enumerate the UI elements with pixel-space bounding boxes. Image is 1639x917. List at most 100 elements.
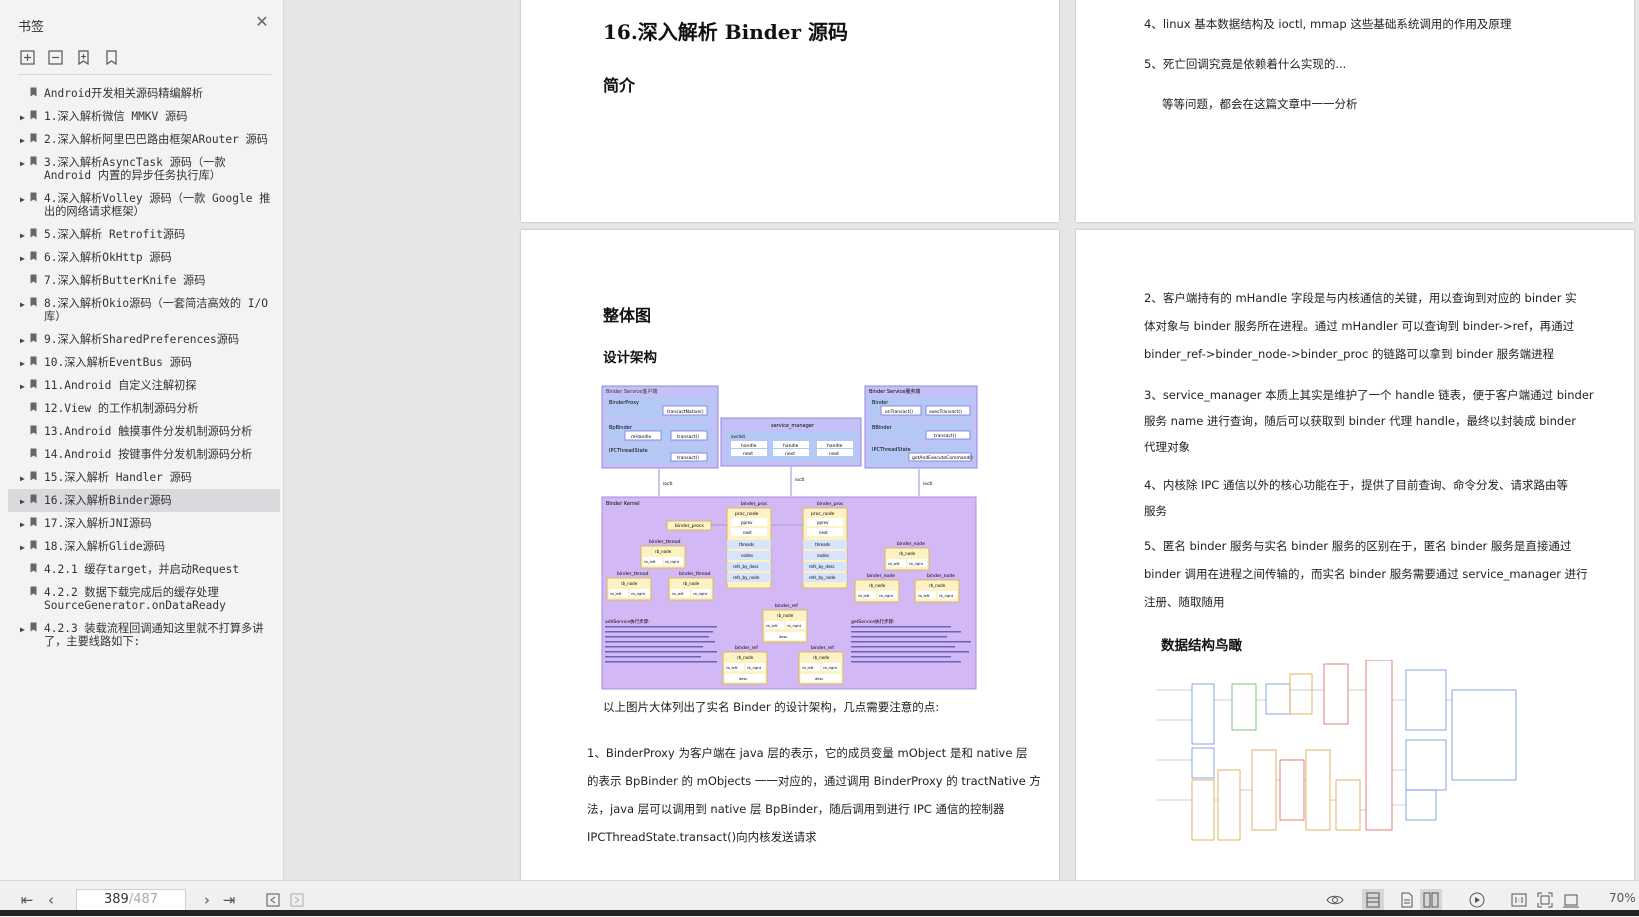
bookmark-item[interactable]: ▶ 17.深入解析JNI源码 xyxy=(8,512,280,535)
bookmark-flag-icon xyxy=(30,622,37,632)
expand-arrow-icon[interactable]: ▶ xyxy=(20,111,25,124)
svg-text:threads: threads xyxy=(815,542,830,547)
paragraph-4: 4、内核除 IPC 通信以外的核心功能在于，提供了目前查询、命令分发、请求路由等… xyxy=(1144,478,1568,518)
bookmark-list: Android开发相关源码精编解析 ▶ 1.深入解析微信 MMKV 源码 ▶ 2.深入解… xyxy=(8,82,280,653)
bookmark-flag-icon xyxy=(30,425,37,435)
subsection-heading: 设计架构 xyxy=(603,350,657,366)
bookmark-label: 18.深入解析Glide源码 xyxy=(44,540,166,553)
prev-page-icon[interactable]: ‹ xyxy=(42,891,60,909)
expand-all-icon[interactable] xyxy=(18,48,36,66)
bookmark-item[interactable]: ▶ 6.深入解析OkHttp 源码 xyxy=(8,246,280,269)
expand-arrow-icon[interactable]: ▶ xyxy=(20,518,25,531)
svg-text:rb_right: rb_right xyxy=(879,594,894,598)
bookmark-icon[interactable] xyxy=(102,48,120,66)
bookmark-item[interactable]: 13.Android 触摸事件分发机制源码分析 xyxy=(8,420,280,443)
svg-text:mHandle: mHandle xyxy=(631,434,651,440)
bookmark-label: 1.深入解析微信 MMKV 源码 xyxy=(44,110,188,123)
bookmark-item[interactable]: 4.2.1 缓存target，并启动Request xyxy=(8,558,280,581)
bookmark-item[interactable]: ▶ 2.深入解析阿里巴巴路由框架ARouter 源码 xyxy=(8,128,280,151)
two-page-view-icon[interactable] xyxy=(1420,889,1442,911)
expand-arrow-icon[interactable]: ▶ xyxy=(20,495,25,508)
expand-arrow-icon[interactable]: ▶ xyxy=(20,472,25,485)
svg-text:rb_left: rb_left xyxy=(672,592,684,596)
svg-text:transactNative(): transactNative() xyxy=(667,409,704,415)
last-page-icon[interactable]: ⇥ xyxy=(220,891,238,909)
add-bookmark-icon[interactable] xyxy=(74,48,92,66)
zoom-level[interactable]: 70% xyxy=(1609,891,1636,905)
svg-text:binder_thread: binder_thread xyxy=(649,539,681,545)
expand-arrow-icon[interactable]: ▶ xyxy=(20,298,25,311)
close-icon[interactable]: ✕ xyxy=(254,14,270,30)
expand-arrow-icon[interactable]: ▶ xyxy=(20,380,25,393)
fit-page-icon[interactable] xyxy=(1536,891,1554,909)
svg-text:execTransact(): execTransact() xyxy=(929,409,962,415)
svg-text:next: next xyxy=(785,451,795,457)
svg-text:next: next xyxy=(743,530,752,535)
bookmark-flag-icon xyxy=(30,379,37,389)
bookmark-item[interactable]: ▶ 3.深入解析AsyncTask 源码（一款 Android 内置的异步任务执行… xyxy=(8,151,280,187)
bookmark-item[interactable]: ▶ 8.深入解析Okio源码（一套简洁高效的 I/O 库） xyxy=(8,292,280,328)
expand-arrow-icon[interactable]: ▶ xyxy=(20,134,25,147)
bookmark-item[interactable]: ▶ 4.2.3 装载流程回调通知这里就不打算多讲了，主要线路如下: xyxy=(8,617,280,653)
collapse-all-icon[interactable] xyxy=(46,48,64,66)
expand-arrow-icon[interactable]: ▶ xyxy=(20,193,25,206)
svg-text:getService执行步骤:: getService执行步骤: xyxy=(851,618,895,625)
fit-width-icon[interactable] xyxy=(1562,891,1580,909)
svg-text:rb_node: rb_node xyxy=(683,581,700,586)
expand-arrow-icon[interactable]: ▶ xyxy=(20,623,25,636)
bookmark-item[interactable]: 14.Android 按键事件分发机制源码分析 xyxy=(8,443,280,466)
bookmark-flag-icon xyxy=(30,133,37,143)
binder-architecture-diagram: Binder Service客户端 BinderProxy transactNa… xyxy=(601,385,978,690)
expand-arrow-icon[interactable]: ▶ xyxy=(20,229,25,242)
play-icon[interactable] xyxy=(1468,891,1486,909)
bookmark-label: 4.2.1 缓存target，并启动Request xyxy=(44,563,240,576)
bookmark-item[interactable]: 7.深入解析ButterKnife 源码 xyxy=(8,269,280,292)
data-structure-overview-diagram xyxy=(1156,660,1517,841)
page-number-input[interactable]: 389/487 xyxy=(76,889,186,911)
svg-text:binder_proc: binder_proc xyxy=(741,501,768,507)
eye-protection-icon[interactable] xyxy=(1326,891,1344,909)
expand-arrow-icon[interactable]: ▶ xyxy=(20,357,25,370)
bookmark-item[interactable]: ▶ 5.深入解析 Retrofit源码 xyxy=(8,223,280,246)
single-page-view-icon[interactable] xyxy=(1362,889,1384,911)
svg-text:threads: threads xyxy=(739,542,754,547)
chapter-heading: 16.深入解析 Binder 源码 xyxy=(603,20,849,44)
svg-text:rb_node: rb_node xyxy=(929,583,946,588)
bookmark-flag-icon xyxy=(30,87,37,97)
bookmark-item[interactable]: ▶ 9.深入解析SharedPreferences源码 xyxy=(8,328,280,351)
svg-text:rb_left: rb_left xyxy=(888,562,900,566)
actual-size-icon[interactable] xyxy=(1510,891,1528,909)
bookmark-item[interactable]: ▶ 4.深入解析Volley 源码（一款 Google 推出的网络请求框架） xyxy=(8,187,280,223)
next-page-icon[interactable]: › xyxy=(198,891,216,909)
svg-text:ioctl: ioctl xyxy=(923,481,933,487)
svg-text:binder_node: binder_node xyxy=(867,573,895,579)
bookmark-flag-icon xyxy=(30,192,37,202)
bookmark-item[interactable]: ▶ 15.深入解析 Handler 源码 xyxy=(8,466,280,489)
expand-arrow-icon[interactable]: ▶ xyxy=(20,334,25,347)
back-icon[interactable] xyxy=(264,891,282,909)
bookmark-flag-icon xyxy=(30,471,37,481)
bookmark-item[interactable]: Android开发相关源码精编解析 xyxy=(8,82,280,105)
svg-text:svclist: svclist xyxy=(731,434,745,440)
svg-text:binder_ref: binder_ref xyxy=(775,603,798,609)
bookmark-item[interactable]: ▶ 1.深入解析微信 MMKV 源码 xyxy=(8,105,280,128)
forward-icon[interactable] xyxy=(288,891,306,909)
first-page-icon[interactable]: ⇤ xyxy=(18,891,36,909)
document-viewer[interactable]: 16.深入解析 Binder 源码 简介 4、linux 基本数据结构及 ioc… xyxy=(284,0,1639,880)
svg-text:rb_node: rb_node xyxy=(777,613,794,618)
bookmark-label: 12.View 的工作机制源码分析 xyxy=(44,402,199,415)
current-page: 389 xyxy=(103,892,129,907)
bookmark-item[interactable]: ▶ 18.深入解析Glide源码 xyxy=(8,535,280,558)
continuous-view-icon[interactable] xyxy=(1398,891,1416,909)
expand-arrow-icon[interactable]: ▶ xyxy=(20,541,25,554)
bookmark-item[interactable]: ▶ 10.深入解析EventBus 源码 xyxy=(8,351,280,374)
expand-arrow-icon[interactable]: ▶ xyxy=(20,252,25,265)
bookmark-flag-icon xyxy=(30,274,37,284)
bookmark-item[interactable]: ▶ 11.Android 自定义注解初探 xyxy=(8,374,280,397)
bookmark-item[interactable]: ▶ 16.深入解析Binder源码 xyxy=(8,489,280,512)
svg-text:binder_thread: binder_thread xyxy=(617,571,649,577)
bookmark-item[interactable]: 4.2.2 数据下载完成后的缓存处理SourceGenerator.onData… xyxy=(8,581,280,617)
expand-arrow-icon[interactable]: ▶ xyxy=(20,157,25,170)
svg-text:refs_by_node: refs_by_node xyxy=(733,575,760,580)
bookmark-item[interactable]: 12.View 的工作机制源码分析 xyxy=(8,397,280,420)
